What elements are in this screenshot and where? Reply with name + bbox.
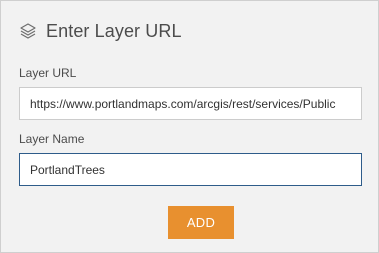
add-button[interactable]: ADD — [168, 206, 234, 239]
dialog-title: Enter Layer URL — [46, 20, 182, 41]
add-layer-panel: Enter Layer URL Layer URL Layer Name ADD — [0, 0, 379, 253]
layer-name-label: Layer Name — [19, 132, 85, 146]
layer-name-input[interactable] — [19, 153, 362, 186]
layers-icon — [19, 22, 37, 40]
layer-url-input[interactable] — [19, 87, 362, 120]
layer-url-label: Layer URL — [19, 66, 77, 80]
dialog-header: Enter Layer URL — [19, 19, 182, 43]
